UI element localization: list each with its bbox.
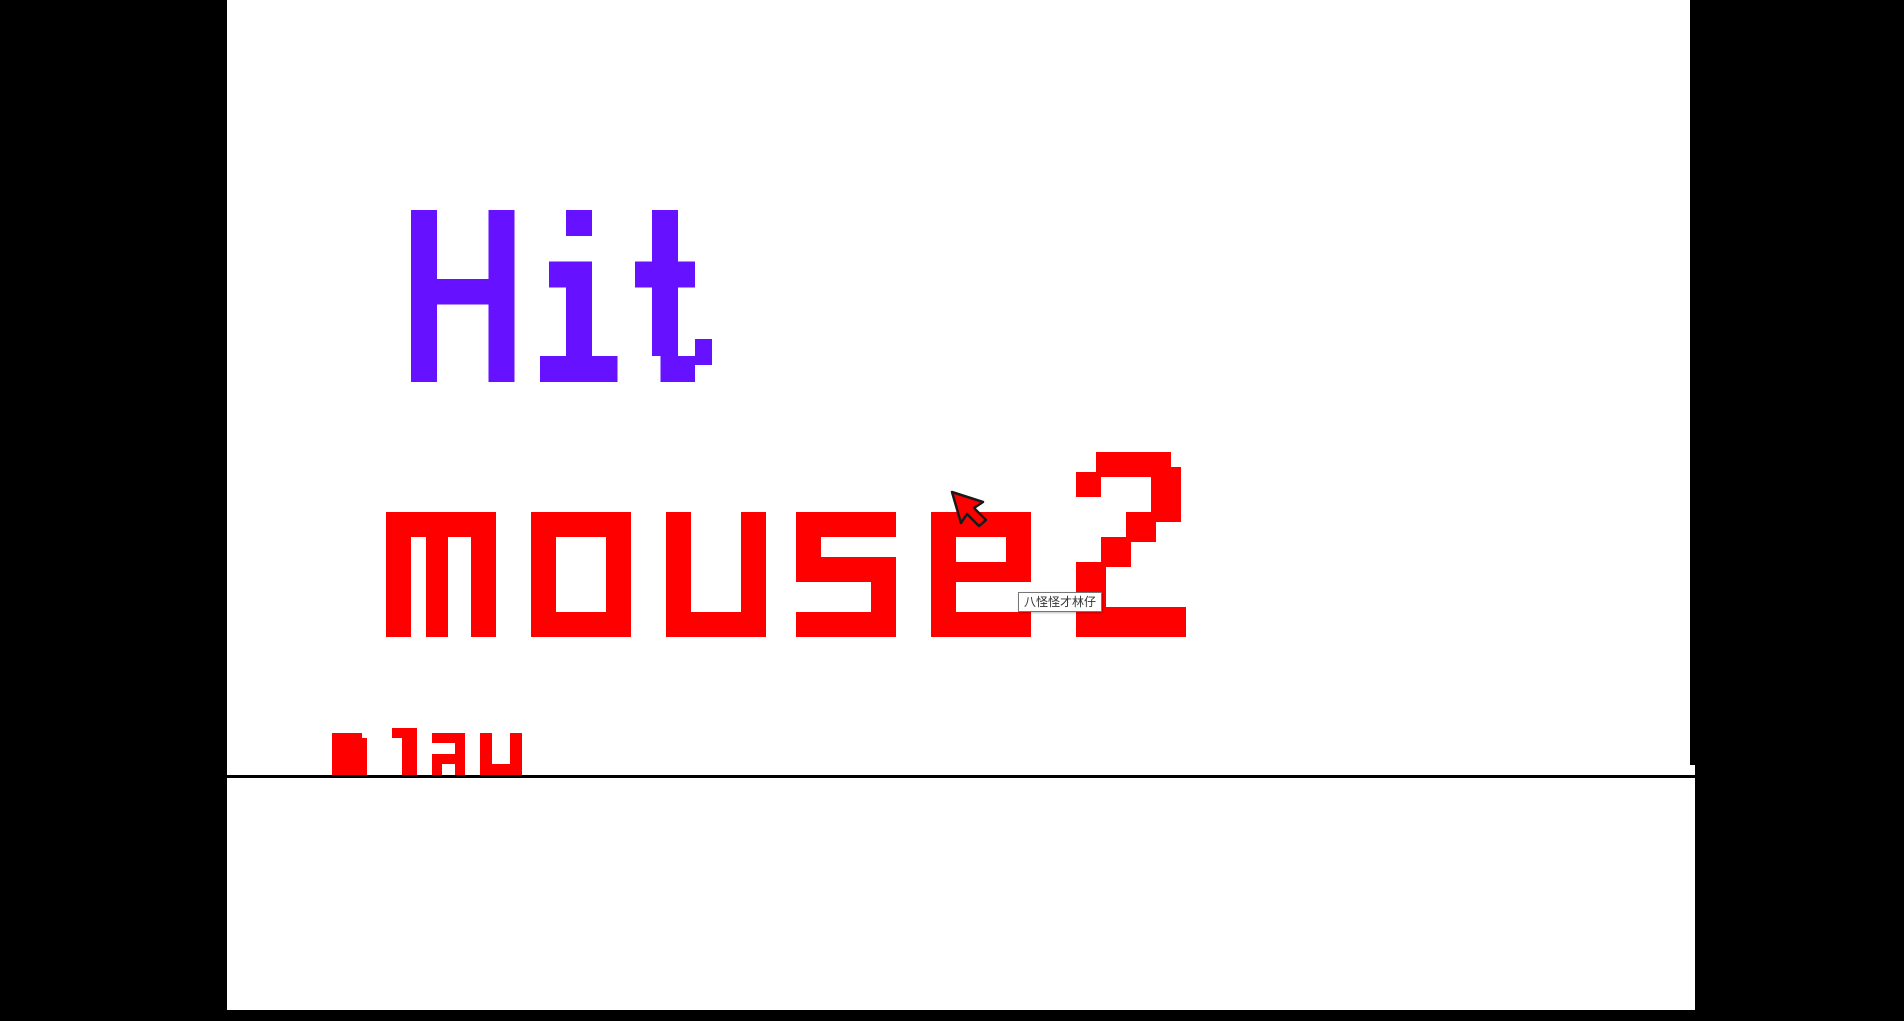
title-line2-number: 2: [0, 0, 1, 1]
play-button-label: play: [0, 0, 1, 1]
play-button[interactable]: [332, 728, 532, 776]
title-line2-word: mouse: [0, 0, 1, 1]
title-hit: [411, 210, 713, 382]
arrow-cursor-icon: [950, 490, 988, 528]
ground-divider: [227, 775, 1695, 778]
tooltip: 八怪怪才林仔: [1018, 592, 1103, 612]
frame-edge: [1690, 0, 1695, 765]
title-line1-text: Hit: [0, 0, 1, 1]
